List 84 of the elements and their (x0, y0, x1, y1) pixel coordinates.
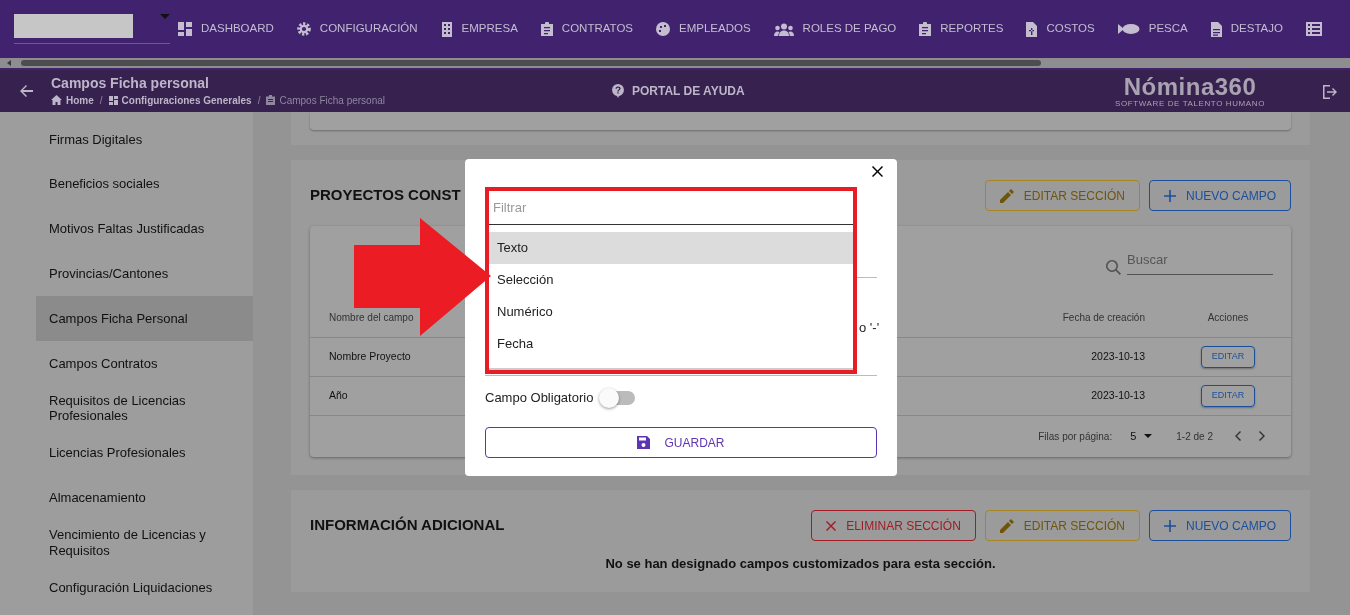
sidebar-item[interactable]: Motivos Faltas Justificadas (36, 206, 253, 252)
dropdown-option[interactable]: Texto (489, 232, 853, 264)
clipboard-icon (266, 95, 276, 105)
column-header: Acciones (1207, 310, 1249, 325)
plus-icon (1164, 519, 1176, 532)
close-icon (826, 520, 837, 531)
clipboard-icon (919, 22, 932, 36)
page-title: Campos Ficha personal (51, 74, 210, 91)
logo-tagline: SOFTWARE DE TALENTO HUMANO (1115, 98, 1265, 108)
sidebar-item[interactable]: Configuración Liquidaciones (36, 564, 253, 610)
sidebar-item[interactable]: Provincias/Cantones (36, 251, 253, 297)
pencil-icon (999, 188, 1014, 203)
rows-per-page-label: Filas por página: (1038, 429, 1113, 444)
sidebar-item[interactable]: Vencimiento de Licencias y Requisitos (36, 520, 253, 565)
page-range: 1-2 de 2 (1176, 429, 1213, 444)
list-icon (1305, 22, 1322, 36)
nav-menu-item[interactable]: DESTAJO (1210, 20, 1283, 38)
back-arrow-icon (18, 85, 33, 97)
sidebar-item[interactable]: Campos Contratos (36, 341, 253, 386)
grid-icon (108, 95, 118, 105)
close-button[interactable] (872, 166, 883, 177)
field-label: o '-' (859, 319, 880, 337)
help-portal-link[interactable]: PORTAL DE AYUDA (612, 82, 745, 100)
nav-menu-item[interactable]: ROLES DE PAGO (773, 20, 897, 38)
table-cell-text: 2023-10-13 (1090, 349, 1146, 365)
toggle-label: Campo Obligatorio (485, 389, 594, 408)
palette-icon (656, 22, 670, 36)
search-field[interactable]: Buscar (1127, 248, 1273, 275)
nav-menu-item[interactable]: CONFIGURACIÓN (296, 20, 418, 38)
section-title: PROYECTOS CONST (310, 185, 461, 206)
clipboard-icon (540, 22, 553, 36)
column-header: Fecha de creación (1061, 310, 1146, 325)
rows-per-page-select[interactable]: 5 (1130, 427, 1153, 445)
section-title: INFORMACIÓN ADICIONAL (310, 515, 505, 536)
chevron-left-icon (1235, 431, 1241, 441)
people-icon (773, 22, 794, 36)
caret-icon (1144, 434, 1153, 438)
sidebar-item[interactable]: Campos Ficha Personal (36, 296, 253, 341)
building-icon (440, 21, 453, 37)
caret-icon (160, 14, 170, 19)
dropdown-option[interactable]: Selección (489, 264, 853, 296)
table-cell-text: 2023-10-13 (1090, 388, 1146, 404)
sidebar-item[interactable]: Beneficios sociales (36, 161, 253, 207)
column-header: Nombre del campo (329, 310, 414, 325)
brand-logo: Nómina360 (1122, 74, 1258, 99)
breadcrumb-separator: / (257, 93, 261, 108)
table-cell: Nombre Proyecto (329, 349, 411, 365)
table-cell: Año (329, 388, 348, 404)
company-select[interactable] (14, 14, 170, 44)
close-icon (872, 166, 883, 177)
chevron-right-icon (1259, 431, 1265, 441)
empty-message: No se han designado campos customizados para esta sección. (604, 555, 997, 573)
scroll-left-icon (7, 60, 11, 66)
home-icon (51, 95, 62, 105)
breadcrumb-separator: / (99, 93, 103, 108)
breadcrumb-link[interactable]: Configuraciones Generales (121, 92, 252, 108)
document-icon (1026, 21, 1038, 37)
nav-menu-item[interactable]: DASHBOARD (178, 20, 274, 38)
nav-menu-item[interactable]: PESCA (1117, 20, 1188, 38)
sidebar-item[interactable]: Licencias Profesionales (36, 430, 253, 476)
save-button[interactable]: GUARDAR (485, 427, 877, 458)
help-icon (612, 84, 624, 98)
sidebar-item[interactable]: Almacenamiento (36, 475, 253, 521)
pencil-icon (999, 518, 1014, 533)
scrollbar-thumb[interactable] (21, 60, 1041, 66)
nav-menu-item[interactable]: REPORTES (919, 20, 1004, 38)
sidebar-item[interactable]: Firmas Digitales (36, 117, 253, 162)
horizontal-scrollbar[interactable] (0, 58, 1350, 68)
search-icon (1106, 259, 1121, 275)
nav-menu-item[interactable]: EMPLEADOS (656, 20, 751, 38)
nav-menu-item[interactable]: CONTRATOS (540, 20, 633, 38)
plus-icon (1164, 189, 1176, 202)
document-icon (1210, 21, 1222, 37)
fish-icon (1117, 24, 1140, 34)
logout-icon (1323, 84, 1338, 99)
gear-icon (296, 22, 311, 36)
grid-icon (178, 22, 192, 36)
toggle-switch[interactable] (601, 391, 636, 405)
sidebar-item[interactable]: Requisitos de Licencias Profesionales (36, 385, 253, 431)
nav-menu-item[interactable]: EMPRESA (440, 20, 518, 38)
dropdown-option[interactable]: Fecha (489, 328, 853, 360)
nav-menu-item[interactable]: COSTOS (1026, 20, 1095, 38)
dropdown-option[interactable]: Numérico (489, 296, 853, 328)
breadcrumb-link[interactable]: Home (66, 92, 94, 108)
